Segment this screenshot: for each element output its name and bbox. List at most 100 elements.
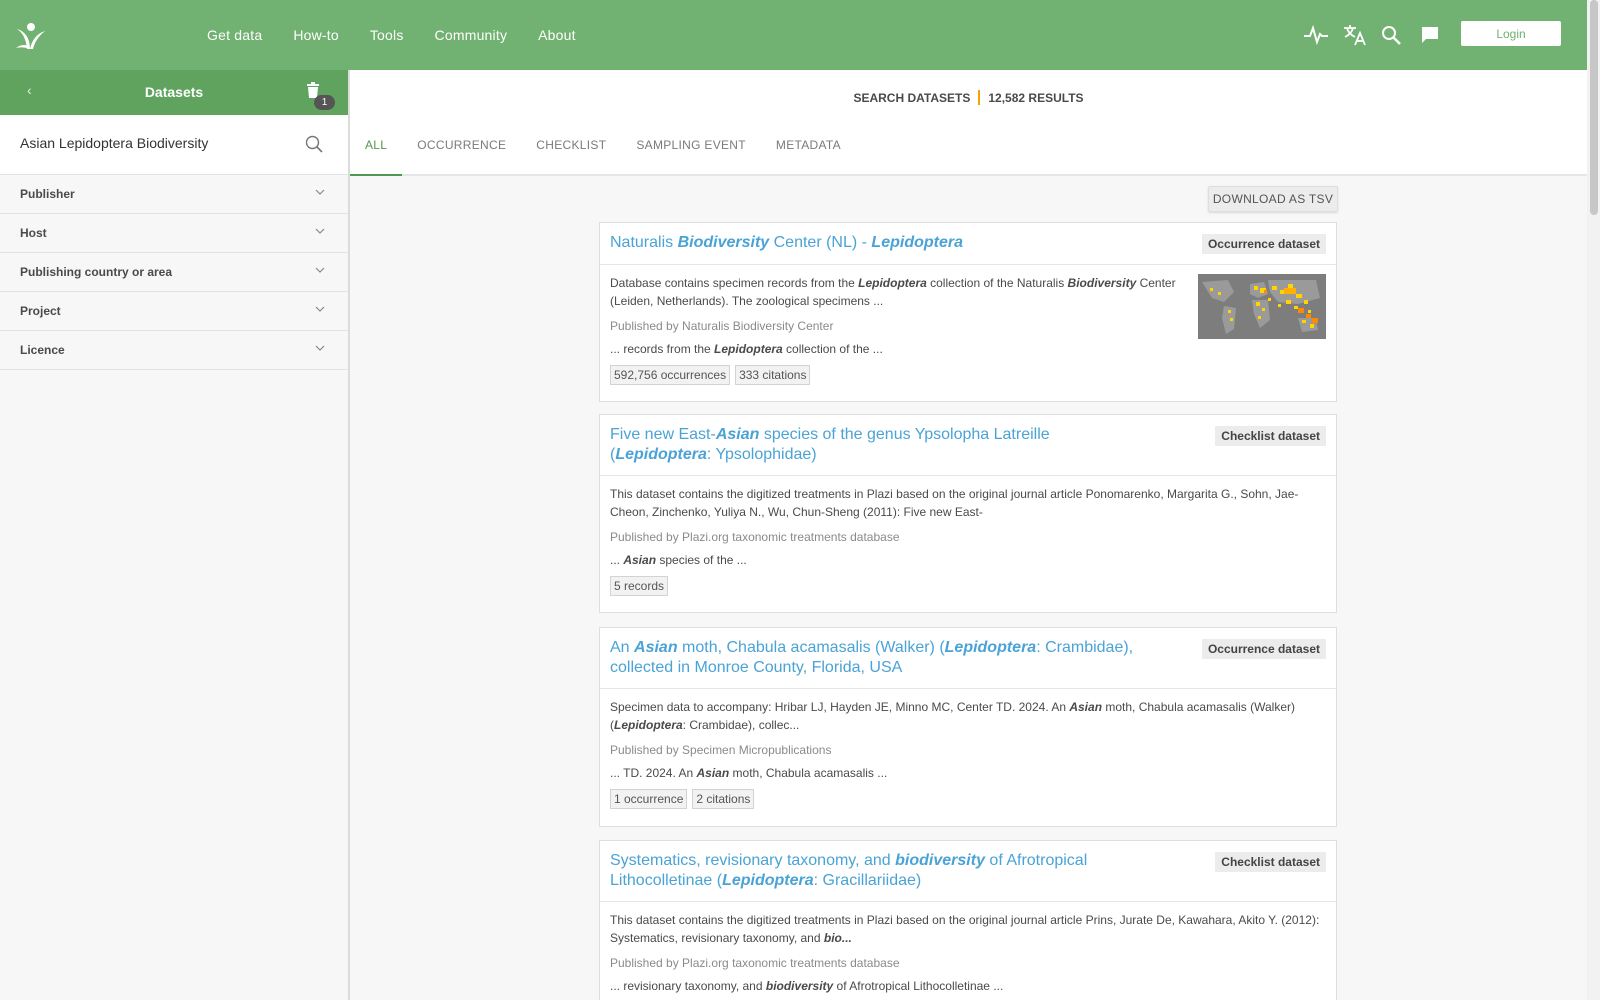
citations-count: 2 citations <box>692 789 755 809</box>
dataset-type-badge: Occurrence dataset <box>1201 234 1326 254</box>
nav-get-data[interactable]: Get data <box>207 27 262 43</box>
search-snippet: ... TD. 2024. An Asian moth, Chabula aca… <box>610 766 1326 780</box>
facet-publishing-country[interactable]: Publishing country or area <box>0 253 348 292</box>
highlighted-term: Biodiversity <box>1067 276 1137 290</box>
highlighted-term: Lepidoptera <box>614 718 683 732</box>
highlighted-term: Lepidoptera <box>944 639 1037 656</box>
dataset-title-link[interactable]: Systematics, revisionary taxonomy, and b… <box>600 841 1200 891</box>
highlighted-term: Lepidoptera <box>714 342 783 356</box>
gbif-logo-icon[interactable] <box>14 19 48 53</box>
dataset-stats: 5 records <box>610 576 1326 596</box>
dataset-stats: 1 occurrence 2 citations <box>610 789 1326 809</box>
search-input[interactable] <box>20 135 290 151</box>
facet-label: Licence <box>20 343 65 357</box>
filter-sidebar: ‹ Datasets 1 Publisher Host Publishing c… <box>0 70 350 1000</box>
nav-community[interactable]: Community <box>435 27 508 43</box>
scrollbar-thumb[interactable] <box>1590 0 1598 215</box>
card-body: This dataset contains the digitized trea… <box>600 476 1336 612</box>
dataset-publisher: Published by Plazi.org taxonomic treatme… <box>610 530 900 544</box>
text-run: ... records from the <box>610 342 715 356</box>
facet-project[interactable]: Project <box>0 292 348 331</box>
dataset-title-link[interactable]: An Asian moth, Chabula acamasalis (Walke… <box>600 628 1200 678</box>
sidebar-search <box>0 115 348 175</box>
search-snippet: ... Asian species of the ... <box>610 553 1326 567</box>
translate-icon[interactable] <box>1340 21 1368 49</box>
tab-checklist[interactable]: CHECKLIST <box>521 132 621 176</box>
results-count: 12,582 RESULTS <box>988 91 1084 105</box>
chevron-down-icon <box>315 228 325 234</box>
text-run: ... <box>610 553 624 567</box>
dataset-title-link[interactable]: Five new East-Asian species of the genus… <box>600 415 1160 465</box>
facet-label: Publishing country or area <box>20 265 173 279</box>
chevron-down-icon <box>315 306 325 312</box>
text-run: of Afrotropical Lithocolletinae ... <box>833 979 1004 993</box>
nav-how-to[interactable]: How-to <box>293 27 339 43</box>
tab-occurrence[interactable]: OCCURRENCE <box>402 132 521 176</box>
highlighted-term: bio... <box>823 931 852 945</box>
occurrences-count: 592,756 occurrences <box>610 365 731 385</box>
card-body: Database contains specimen records from … <box>600 265 1336 401</box>
dataset-type-badge: Checklist dataset <box>1215 852 1326 872</box>
dataset-card: An Asian moth, Chabula acamasalis (Walke… <box>599 627 1337 827</box>
text-run: ... TD. 2024. An <box>610 766 697 780</box>
activity-icon[interactable] <box>1302 21 1330 49</box>
tab-metadata[interactable]: METADATA <box>761 132 856 176</box>
login-button[interactable]: Login <box>1461 21 1561 46</box>
text-run: : Crambidae), collec... <box>682 718 800 732</box>
sidebar-title: Datasets <box>144 84 204 100</box>
facet-host[interactable]: Host <box>0 214 348 253</box>
facet-publisher[interactable]: Publisher <box>0 175 348 214</box>
occurrences-count: 1 occurrence <box>610 789 688 809</box>
tab-sampling-event[interactable]: SAMPLING EVENT <box>621 132 761 176</box>
facet-label: Host <box>20 226 47 240</box>
dataset-card: Naturalis Biodiversity Center (NL) - Lep… <box>599 222 1337 402</box>
feedback-icon[interactable] <box>1416 21 1444 49</box>
tab-all[interactable]: ALL <box>350 132 403 176</box>
dataset-type-badge: Checklist dataset <box>1215 426 1326 446</box>
filter-count-badge: 1 <box>314 95 335 110</box>
text-run: : Ypsolophidae) <box>706 446 817 463</box>
search-icon[interactable] <box>1377 21 1405 49</box>
results-summary: SEARCH DATASETS 12,582 RESULTS <box>350 90 1587 105</box>
facet-label: Publisher <box>20 187 75 201</box>
dataset-stats: 592,756 occurrences 333 citations <box>610 365 1326 385</box>
text-run: collection of the Naturalis <box>926 276 1068 290</box>
dataset-description: This dataset contains the digitized trea… <box>610 911 1326 947</box>
nav-about[interactable]: About <box>538 27 576 43</box>
chevron-down-icon <box>315 267 325 273</box>
download-tsv-button[interactable]: DOWNLOAD AS TSV <box>1208 186 1338 212</box>
dataset-type-badge: Occurrence dataset <box>1201 639 1326 659</box>
citations-count: 333 citations <box>735 365 811 385</box>
text-run: Five new East- <box>610 426 716 443</box>
highlighted-term: Asian <box>715 426 760 443</box>
highlighted-term: Lepidoptera <box>722 872 814 889</box>
highlighted-term: biodiversity <box>895 852 985 869</box>
card-header: Five new East-Asian species of the genus… <box>600 415 1336 476</box>
card-body: This dataset contains the digitized trea… <box>600 902 1336 993</box>
results-label: SEARCH DATASETS <box>853 91 971 105</box>
page-scrollbar[interactable] <box>1587 0 1600 1000</box>
highlighted-term: Asian <box>1069 700 1103 714</box>
text-run: Systematics, revisionary taxonomy, and <box>610 852 896 869</box>
search-icon[interactable] <box>305 135 323 153</box>
highlighted-term: Asian <box>623 553 657 567</box>
card-body: Specimen data to accompany: Hribar LJ, H… <box>600 689 1336 826</box>
dataset-type-tabs: ALL OCCURRENCE CHECKLIST SAMPLING EVENT … <box>350 132 856 176</box>
results-header: SEARCH DATASETS 12,582 RESULTS ALL OCCURR… <box>350 70 1587 176</box>
card-header: Naturalis Biodiversity Center (NL) - Lep… <box>600 223 1336 265</box>
occurrence-map-thumbnail[interactable] <box>1198 274 1326 339</box>
sidebar-header: ‹ Datasets 1 <box>0 70 348 115</box>
dataset-description: Database contains specimen records from … <box>610 274 1180 310</box>
highlighted-term: Asian <box>634 639 678 656</box>
text-run: Specimen data to accompany: Hribar LJ, H… <box>610 700 1070 714</box>
main-nav: Get data How-to Tools Community About <box>207 0 607 70</box>
text-run: Center (NL) - <box>769 234 872 251</box>
text-run: This dataset contains the digitized trea… <box>610 487 1299 519</box>
facet-licence[interactable]: Licence <box>0 331 348 370</box>
highlighted-term: Biodiversity <box>677 234 770 251</box>
text-run: An <box>610 639 635 656</box>
text-run: Database contains specimen records from … <box>610 276 859 290</box>
nav-tools[interactable]: Tools <box>370 27 404 43</box>
search-snippet: ... revisionary taxonomy, and biodiversi… <box>610 979 1326 993</box>
dataset-description: This dataset contains the digitized trea… <box>610 485 1326 521</box>
